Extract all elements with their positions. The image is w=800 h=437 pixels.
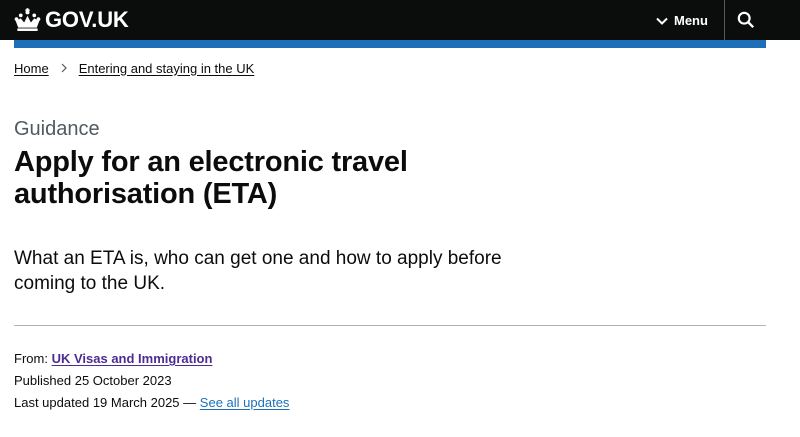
meta-updated: Last updated 19 March 2025 — See all upd… — [14, 394, 289, 412]
chevron-down-icon — [656, 13, 674, 28]
section-divider — [14, 325, 766, 326]
org-link[interactable]: UK Visas and Immigration — [52, 351, 213, 366]
chevron-right-icon — [58, 62, 70, 74]
page-title: Apply for an electronic travel authorisa… — [14, 146, 408, 210]
published-label: Published — [14, 373, 72, 388]
search-button[interactable] — [735, 9, 757, 31]
published-date: 25 October 2023 — [74, 373, 172, 388]
updated-label: Last updated — [14, 395, 90, 410]
meta-from: From: UK Visas and Immigration — [14, 350, 212, 368]
updated-date: 19 March 2025 — [92, 395, 180, 410]
updated-dash: — — [183, 395, 197, 410]
govuk-logo-link[interactable]: GOV.UK — [14, 6, 129, 34]
header-divider — [724, 0, 725, 40]
search-icon — [735, 11, 757, 29]
see-all-updates-link[interactable]: See all updates — [200, 395, 290, 410]
logo-text: GOV.UK — [45, 7, 129, 32]
page-caption: Guidance — [14, 118, 100, 140]
menu-label: Menu — [674, 12, 708, 28]
header-accent-bar — [14, 40, 766, 48]
breadcrumb: Home Entering and staying in the UK — [14, 59, 254, 77]
crown-icon — [14, 8, 41, 32]
from-label: From: — [14, 351, 48, 366]
breadcrumb-home[interactable]: Home — [14, 61, 49, 76]
site-header: GOV.UK Menu — [0, 0, 800, 40]
menu-button[interactable]: Menu — [656, 8, 708, 32]
breadcrumb-entering-staying[interactable]: Entering and staying in the UK — [79, 61, 255, 76]
meta-published: Published 25 October 2023 — [14, 372, 172, 390]
page-lede: What an ETA is, who can get one and how … — [14, 248, 502, 294]
